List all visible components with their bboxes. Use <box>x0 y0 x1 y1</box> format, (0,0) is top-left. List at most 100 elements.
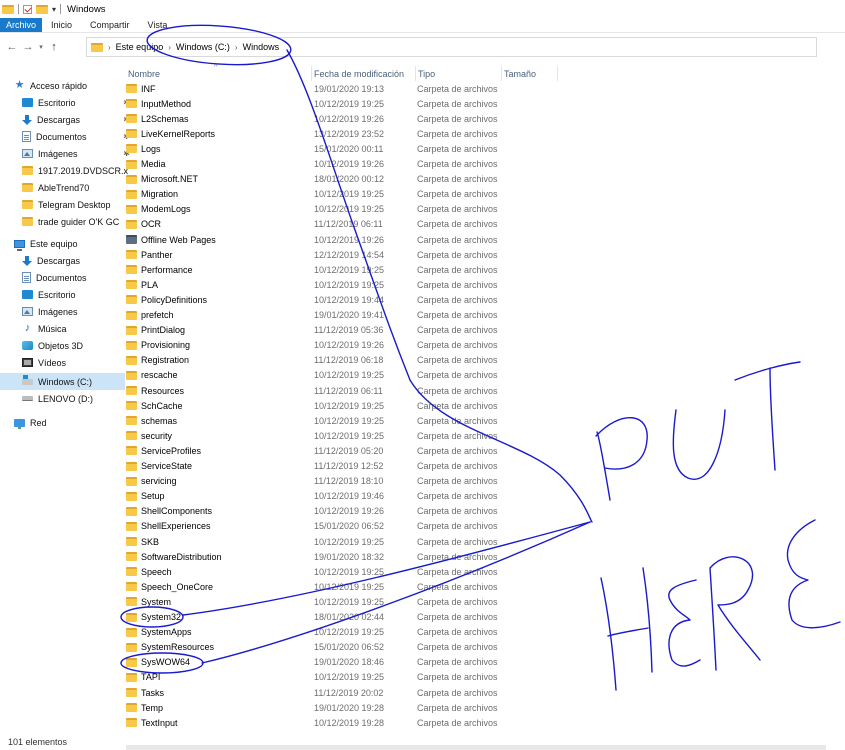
file-row[interactable]: L2Schemas 10/12/2019 19:26 Carpeta de arch… <box>126 111 826 126</box>
file-row[interactable]: rescache 10/12/2019 19:25 Carpeta de archi… <box>126 368 826 383</box>
file-name: schemas <box>141 415 178 426</box>
file-row[interactable]: Performance 10/12/2019 19:25 Carpeta de ar… <box>126 262 826 277</box>
folder-icon <box>22 217 33 226</box>
file-date: 11/12/2019 06:18 <box>314 355 384 366</box>
folder-icon <box>126 204 137 214</box>
folder-icon <box>126 552 137 562</box>
file-row[interactable]: INF 19/01/2020 19:13 Carpeta de archivos <box>126 81 826 96</box>
file-date: 19/01/2020 19:28 <box>314 702 385 713</box>
folder-icon <box>126 280 137 290</box>
file-row[interactable]: InputMethod 10/12/2019 19:25 Carpeta de ar… <box>126 96 826 111</box>
new-folder-icon[interactable] <box>36 4 48 14</box>
file-row[interactable]: security 10/12/2019 19:25 Carpeta de archi… <box>126 428 826 443</box>
customize-quick-access-icon[interactable]: ▾ <box>52 5 56 14</box>
file-row[interactable]: ServiceState 11/12/2019 12:52 Carpeta de a… <box>126 459 826 474</box>
tab-compartir[interactable]: Compartir <box>81 18 139 32</box>
file-row[interactable]: Microsoft.NET 18/01/2020 00:12 Carpeta de … <box>126 172 826 187</box>
nav-item-label: Imágenes <box>38 306 78 317</box>
file-row[interactable]: prefetch 19/01/2020 19:41 Carpeta de archi… <box>126 308 826 323</box>
column-header-fecha[interactable]: Fecha de modificación <box>312 66 416 81</box>
file-type: Carpeta de archivos <box>417 702 498 713</box>
file-row[interactable]: Setup 10/12/2019 19:46 Carpeta de archivos <box>126 489 826 504</box>
file-row[interactable]: PolicyDefinitions 10/12/2019 19:44 Carpeta… <box>126 292 826 307</box>
forward-arrow-icon[interactable]: → <box>20 41 36 53</box>
file-row[interactable]: TextInput 10/12/2019 19:28 Carpeta de arch… <box>126 715 826 730</box>
folder-icon <box>126 612 137 622</box>
file-row[interactable]: SKB 10/12/2019 19:25 Carpeta de archivos <box>126 534 826 549</box>
nav-item-windows-c[interactable]: Windows (C:) <box>0 373 125 390</box>
file-row[interactable]: LiveKernelReports 13/12/2019 23:52 Carpeta… <box>126 126 826 141</box>
back-arrow-icon[interactable]: ← <box>4 41 20 53</box>
file-row[interactable]: Panther 12/12/2019 14:54 Carpeta de archiv… <box>126 247 826 262</box>
file-row[interactable]: Speech 10/12/2019 19:25 Carpeta de archivo… <box>126 564 826 579</box>
recent-locations-icon[interactable]: ▾ <box>36 43 46 51</box>
nav-item-acceso-rapido[interactable]: ★ Acceso rápido <box>14 77 140 94</box>
file-row[interactable]: TAPI 10/12/2019 19:25 Carpeta de archivos <box>126 670 826 685</box>
file-row[interactable]: ShellComponents 10/12/2019 19:26 Carpeta d… <box>126 504 826 519</box>
address-bar[interactable]: › Este equipo › Windows (C:) › Windows <box>86 37 817 57</box>
pictures-icon <box>22 149 33 158</box>
column-header-tamano[interactable]: Tamaño <box>502 66 558 81</box>
chevron-right-icon[interactable]: › <box>108 43 111 52</box>
file-row[interactable]: SchCache 10/12/2019 19:25 Carpeta de archi… <box>126 398 826 413</box>
folder-icon <box>126 265 137 275</box>
breadcrumb-windows[interactable]: Windows <box>243 42 280 52</box>
chevron-right-icon[interactable]: › <box>235 43 238 52</box>
file-row[interactable]: ShellExperiences 15/01/2020 06:52 Carpeta … <box>126 519 826 534</box>
file-type: Carpeta de archivos <box>417 521 498 532</box>
folder-icon <box>22 166 33 175</box>
file-row[interactable]: PLA 10/12/2019 19:25 Carpeta de archivos <box>126 277 826 292</box>
file-row[interactable]: SystemApps 10/12/2019 19:25 Carpeta de arc… <box>126 625 826 640</box>
file-row[interactable]: SoftwareDistribution 19/01/2020 18:32 Carp… <box>126 549 826 564</box>
folder-icon <box>126 114 137 124</box>
file-row[interactable]: Speech_OneCore 10/12/2019 19:25 Carpeta de… <box>126 579 826 594</box>
properties-icon[interactable] <box>23 4 32 14</box>
tab-inicio[interactable]: Inicio <box>42 18 81 32</box>
nav-item-este-equipo[interactable]: Este equipo <box>14 235 140 252</box>
tab-archivo[interactable]: Archivo <box>0 18 43 32</box>
file-date: 12/12/2019 14:54 <box>314 249 385 260</box>
file-row[interactable]: PrintDialog 11/12/2019 05:36 Carpeta de ar… <box>126 323 826 338</box>
file-row[interactable]: Registration 11/12/2019 06:18 Carpeta de a… <box>126 353 826 368</box>
file-row[interactable]: schemas 10/12/2019 19:25 Carpeta de archiv… <box>126 413 826 428</box>
file-date: 18/01/2020 02:44 <box>314 612 385 622</box>
file-row[interactable]: Logs 15/01/2020 00:11 Carpeta de archivos <box>126 141 826 156</box>
file-date: 19/01/2020 19:41 <box>314 310 385 320</box>
chevron-right-icon[interactable]: › <box>168 43 171 52</box>
nav-item-trade-guider[interactable]: trade guider O'K GC <box>22 213 126 230</box>
file-row[interactable]: OCR 11/12/2019 06:11 Carpeta de archivos <box>126 217 826 232</box>
folder-icon <box>126 84 137 93</box>
file-row[interactable]: Media 10/12/2019 19:26 Carpeta de archivos <box>126 157 826 172</box>
file-row[interactable]: ModemLogs 10/12/2019 19:25 Carpeta de arch… <box>126 202 826 217</box>
file-row[interactable]: ServiceProfiles 11/12/2019 05:20 Carpeta d… <box>126 443 826 458</box>
file-row[interactable]: Temp 19/01/2020 19:28 Carpeta de archivos <box>126 700 826 715</box>
nav-item-label: Imágenes <box>38 148 78 159</box>
horizontal-scrollbar[interactable] <box>126 745 826 750</box>
file-name: SchCache <box>141 400 183 411</box>
file-row[interactable]: System 10/12/2019 19:25 Carpeta de archivo… <box>126 594 826 609</box>
nav-item-red[interactable]: Red <box>14 414 140 431</box>
file-row[interactable]: System32 18/01/2020 02:44 Carpeta de archi… <box>126 610 826 625</box>
file-row[interactable]: Resources 11/12/2019 06:11 Carpeta de arch… <box>126 383 826 398</box>
file-row[interactable]: Migration 10/12/2019 19:25 Carpeta de arch… <box>126 187 826 202</box>
file-row[interactable]: SystemResources 15/01/2020 06:52 Carpeta d… <box>126 640 826 655</box>
file-row[interactable]: Tasks 11/12/2019 20:02 Carpeta de archivos <box>126 685 826 700</box>
up-arrow-icon[interactable]: ↑ <box>46 41 62 53</box>
file-type: Carpeta de archivos <box>417 83 498 94</box>
file-row[interactable]: servicing 11/12/2019 18:10 Carpeta de arch… <box>126 474 826 489</box>
column-header-nombre[interactable]: Nombre <box>126 66 312 81</box>
file-row[interactable]: Provisioning 10/12/2019 19:26 Carpeta de a… <box>126 338 826 353</box>
file-type: Carpeta de archivos <box>417 415 498 426</box>
file-row[interactable]: SysWOW64 19/01/2020 18:46 Carpeta de archi… <box>126 655 826 670</box>
network-icon <box>14 418 25 429</box>
column-header-tipo[interactable]: Tipo <box>416 66 502 81</box>
breadcrumb-windows-c[interactable]: Windows (C:) <box>176 42 230 52</box>
tab-vista[interactable]: Vista <box>139 18 177 32</box>
file-row[interactable]: Offline Web Pages 10/12/2019 19:26 Carpeta… <box>126 232 826 247</box>
breadcrumb-este-equipo[interactable]: Este equipo <box>116 42 164 52</box>
file-name: Setup <box>141 491 165 502</box>
file-date: 11/12/2019 20:02 <box>314 687 384 698</box>
file-date: 10/12/2019 19:25 <box>314 536 385 547</box>
nav-item-label: Escritorio <box>38 97 76 108</box>
this-pc-icon <box>14 239 25 251</box>
